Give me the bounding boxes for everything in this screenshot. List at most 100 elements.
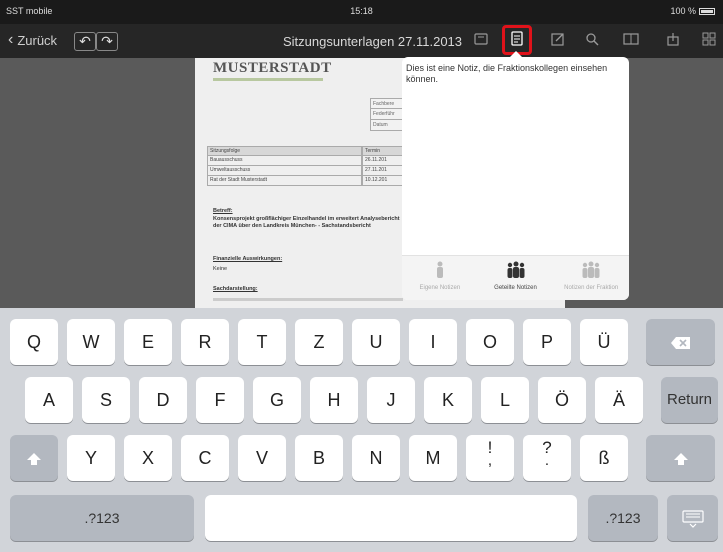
share-icon[interactable] bbox=[663, 31, 683, 51]
key-z[interactable]: Z bbox=[295, 319, 343, 365]
backspace-key[interactable] bbox=[646, 319, 715, 365]
key-x[interactable]: X bbox=[124, 435, 172, 481]
book-icon[interactable] bbox=[621, 31, 641, 51]
redo-icon: ↷ bbox=[101, 33, 113, 49]
app-screen: SST mobile 15:18 100 % ‹ Zurück ↶ ↷ Sitz… bbox=[0, 0, 723, 552]
facts-heading: Sachdarstellung: bbox=[213, 286, 258, 292]
key-s[interactable]: S bbox=[82, 377, 130, 423]
session-table: Sitzungsfolge Termin Bauausschuss 26.11.… bbox=[207, 146, 407, 186]
document-logo: MUSTERSTADT bbox=[213, 60, 332, 76]
nav-bar: ‹ Zurück ↶ ↷ Sitzungsunterlagen 27.11.20… bbox=[0, 24, 723, 58]
grid-icon[interactable] bbox=[699, 31, 719, 51]
key-q[interactable]: Q bbox=[10, 319, 58, 365]
status-time: 15:18 bbox=[350, 6, 373, 16]
key-h[interactable]: H bbox=[310, 377, 358, 423]
return-key[interactable]: Return bbox=[661, 377, 718, 423]
space-key[interactable] bbox=[205, 495, 577, 541]
key-y[interactable]: Y bbox=[67, 435, 115, 481]
key-d[interactable]: D bbox=[139, 377, 187, 423]
key-a[interactable]: A bbox=[25, 377, 73, 423]
key-bottom-char: , bbox=[487, 452, 493, 469]
battery-indicator: 100 % bbox=[670, 6, 715, 16]
tab-shared-notes[interactable]: Geteilte Notizen bbox=[478, 256, 554, 300]
faction-icon bbox=[553, 261, 629, 281]
key-m[interactable]: M bbox=[409, 435, 457, 481]
key-b[interactable]: B bbox=[295, 435, 343, 481]
finance-text: Keine bbox=[213, 266, 228, 272]
key-oe[interactable]: Ö bbox=[538, 377, 586, 423]
table-cell: Bauausschuss bbox=[207, 156, 362, 166]
battery-icon bbox=[699, 8, 715, 16]
numbers-key-left[interactable]: .?123 bbox=[10, 495, 194, 541]
table-row: Sitzungsfolge Termin bbox=[207, 146, 407, 156]
tab-own-notes[interactable]: Eigene Notizen bbox=[402, 256, 478, 300]
finance-heading: Finanzielle Auswirkungen: bbox=[213, 256, 283, 262]
tab-shared-notes-label: Geteilte Notizen bbox=[494, 285, 537, 291]
edit-icon[interactable] bbox=[548, 31, 568, 51]
table-cell: Umweltausschuss bbox=[207, 166, 362, 176]
key-f[interactable]: F bbox=[196, 377, 244, 423]
table-cell: Termin bbox=[362, 146, 407, 156]
back-label: Zurück bbox=[17, 32, 58, 48]
undo-icon: ↶ bbox=[79, 33, 91, 49]
battery-label: 100 % bbox=[670, 6, 696, 16]
table-row: Bauausschuss 26.11.201 bbox=[207, 156, 407, 166]
tab-own-notes-label: Eigene Notizen bbox=[419, 285, 461, 291]
note-textarea[interactable]: Dies ist eine Notiz, die Fraktionskolleg… bbox=[406, 63, 621, 85]
keyboard-hide-key[interactable] bbox=[667, 495, 718, 541]
key-p[interactable]: P bbox=[523, 319, 571, 365]
tab-faction-notes-label: Notizen der Fraktion bbox=[564, 285, 619, 291]
key-j[interactable]: J bbox=[367, 377, 415, 423]
table-row: Umweltausschuss 27.11.201 bbox=[207, 166, 407, 176]
key-c[interactable]: C bbox=[181, 435, 229, 481]
shift-key-left[interactable] bbox=[10, 435, 58, 481]
search-icon[interactable] bbox=[582, 31, 602, 51]
info-icon[interactable] bbox=[471, 31, 491, 51]
shift-icon bbox=[673, 448, 689, 468]
key-ae[interactable]: Ä bbox=[595, 377, 643, 423]
person-icon bbox=[402, 261, 478, 281]
key-l[interactable]: L bbox=[481, 377, 529, 423]
shift-icon bbox=[26, 448, 42, 468]
key-eszett[interactable]: ß bbox=[580, 435, 628, 481]
key-u[interactable]: U bbox=[352, 319, 400, 365]
redo-button[interactable]: ↷ bbox=[96, 32, 118, 51]
betreff-heading: Betreff: bbox=[213, 208, 233, 214]
undo-button[interactable]: ↶ bbox=[74, 32, 96, 51]
table-cell: 10.12.201 bbox=[362, 176, 407, 186]
key-question-period[interactable]: ? . bbox=[523, 435, 571, 481]
keyboard-hide-icon bbox=[681, 508, 704, 529]
chevron-left-icon: ‹ bbox=[8, 31, 14, 48]
page-title: Sitzungsunterlagen 27.11.2013 bbox=[283, 34, 463, 49]
group-icon bbox=[478, 261, 554, 281]
table-cell: 26.11.201 bbox=[362, 156, 407, 166]
back-button[interactable]: ‹ Zurück bbox=[8, 32, 57, 48]
note-tab-bar: Eigene Notizen Geteilte Notizen Notizen … bbox=[402, 255, 629, 300]
table-cell: 27.11.201 bbox=[362, 166, 407, 176]
key-e[interactable]: E bbox=[124, 319, 172, 365]
onscreen-keyboard: Q W E R T Z U I O P Ü A S D F G H J K L … bbox=[0, 308, 723, 552]
facts-text-line bbox=[213, 298, 403, 301]
status-bar: SST mobile 15:18 100 % bbox=[0, 0, 723, 24]
key-ue[interactable]: Ü bbox=[580, 319, 628, 365]
key-i[interactable]: I bbox=[409, 319, 457, 365]
numbers-key-right[interactable]: .?123 bbox=[588, 495, 658, 541]
key-t[interactable]: T bbox=[238, 319, 286, 365]
table-row: Rat der Stadt Musterstadt 10.12.201 bbox=[207, 176, 407, 186]
key-o[interactable]: O bbox=[466, 319, 514, 365]
key-n[interactable]: N bbox=[352, 435, 400, 481]
shift-key-right[interactable] bbox=[646, 435, 715, 481]
key-exclaim-comma[interactable]: ! , bbox=[466, 435, 514, 481]
logo-underline bbox=[213, 78, 323, 81]
key-r[interactable]: R bbox=[181, 319, 229, 365]
key-v[interactable]: V bbox=[238, 435, 286, 481]
key-k[interactable]: K bbox=[424, 377, 472, 423]
betreff-text: Konsensprojekt großflächiger Einzelhande… bbox=[213, 216, 400, 229]
table-cell: Rat der Stadt Musterstadt bbox=[207, 176, 362, 186]
backspace-icon bbox=[670, 332, 692, 352]
key-w[interactable]: W bbox=[67, 319, 115, 365]
key-g[interactable]: G bbox=[253, 377, 301, 423]
key-bottom-char: . bbox=[544, 452, 550, 469]
tab-faction-notes[interactable]: Notizen der Fraktion bbox=[553, 256, 629, 300]
table-cell: Sitzungsfolge bbox=[207, 146, 362, 156]
